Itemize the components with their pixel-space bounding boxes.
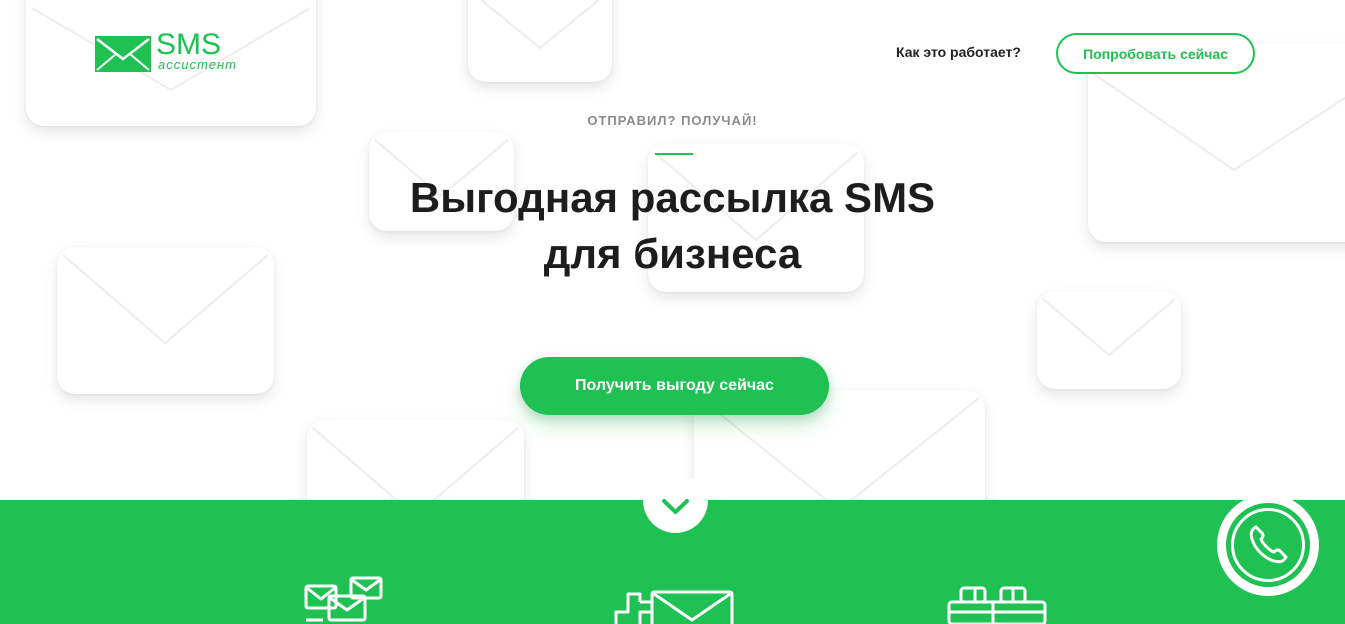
hero-overline: ОТПРАВИЛ? ПОЛУЧАЙ! [587,113,758,128]
logo[interactable]: SMS ассистент [94,29,264,73]
envelope-plus-icon [614,590,734,624]
decorative-envelope-icon [1037,291,1181,389]
gift-icon [947,586,1047,624]
headline-line-2: для бизнеса [543,230,802,277]
multiple-envelopes-icon [304,576,383,622]
decorative-envelope-icon [468,0,612,82]
chevron-down-icon [662,499,689,514]
divider [655,153,693,155]
callback-phone-button[interactable] [1217,494,1319,596]
envelope-logo-icon [95,36,151,72]
headline-line-1: Выгодная рассылка SMS [409,174,936,221]
how-it-works-link[interactable]: Как это работает? [896,44,1021,60]
phone-icon [1249,525,1288,564]
get-benefit-button[interactable]: Получить выгоду сейчас [520,357,829,415]
try-now-button[interactable]: Попробовать сейчас [1056,33,1255,74]
logo-subtext: ассистент [158,57,238,72]
hero-section: SMS ассистент Как это работает? Попробов… [0,0,1345,500]
page-title: Выгодная рассылка SMS для бизнеса [0,170,1345,282]
decorative-envelope-icon [307,420,524,500]
